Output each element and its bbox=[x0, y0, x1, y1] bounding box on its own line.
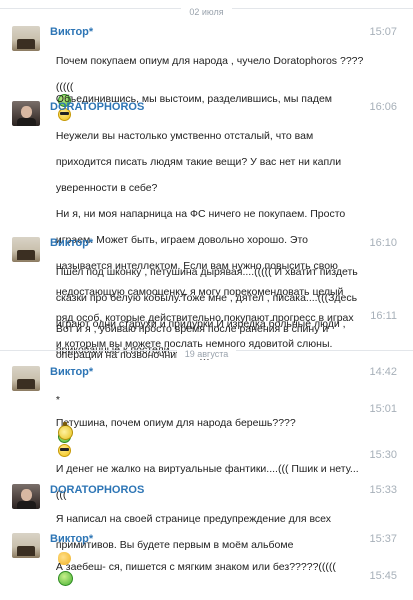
avatar[interactable] bbox=[12, 237, 40, 262]
message-time: 14:42 bbox=[369, 366, 397, 378]
sender-name[interactable]: Виктор* bbox=[50, 533, 93, 545]
message-line: сказки про белую кобылу.Тоже мне , дятел… bbox=[55, 292, 358, 304]
avatar[interactable] bbox=[12, 533, 40, 558]
message-line: И денег не жалко на виртуальные фантики.… bbox=[55, 463, 359, 475]
message-time: 16:06 bbox=[369, 101, 397, 113]
message-line: Вот и я , убиваю просто время после ране… bbox=[55, 323, 329, 335]
message-line: А заебеш- ся, пишется с мягким знаком ил… bbox=[55, 561, 336, 573]
message-line: играем. Может быть, играем довольно хоро… bbox=[55, 234, 308, 246]
message-time: 15:01 bbox=[369, 403, 397, 415]
message-line: приходится писать людям такие вещи? У ва… bbox=[55, 156, 342, 168]
message-line: Петушина, почем опиум для народа берешь?… bbox=[55, 417, 296, 429]
sender-name[interactable]: DORATOPHOROS bbox=[50, 484, 144, 496]
message-line: уверенности в себе? bbox=[55, 182, 158, 194]
message-line: Почем покупаем опиум для народа , чучело… bbox=[55, 55, 364, 67]
date-separator: 19 августа bbox=[0, 344, 413, 359]
avatar[interactable] bbox=[12, 26, 40, 51]
message-line: Я написал на своей странице предупрежден… bbox=[55, 513, 332, 525]
message-time: 16:10 bbox=[369, 237, 397, 249]
sender-name[interactable]: Виктор* bbox=[50, 237, 93, 249]
date-label: 19 августа bbox=[176, 349, 237, 359]
sender-name[interactable]: DORATOPHOROS bbox=[50, 101, 144, 113]
avatar[interactable] bbox=[12, 101, 40, 126]
message-time: 15:33 bbox=[369, 484, 397, 496]
message-line: Ни я, ни моя напарница на ФС ничего не п… bbox=[55, 208, 346, 220]
message-time: 16:11 bbox=[370, 310, 397, 322]
message-line: Неужели вы настолько умственно отсталый,… bbox=[55, 130, 314, 142]
date-separator: 02 июля bbox=[0, 2, 413, 17]
sender-name[interactable]: Виктор* bbox=[50, 26, 93, 38]
sender-name[interactable]: Виктор* bbox=[50, 366, 93, 378]
hat-smiley-icon bbox=[58, 422, 73, 440]
message-time: 15:07 bbox=[369, 26, 397, 38]
message-time: 15:45 bbox=[369, 570, 397, 582]
avatar[interactable] bbox=[12, 366, 40, 391]
message-line: Пшел под шконку , петушина дырявая....((… bbox=[55, 266, 358, 278]
message-time: 15:37 bbox=[369, 533, 397, 545]
message-time: 15:30 bbox=[369, 449, 397, 461]
green-smiley-icon bbox=[58, 571, 73, 586]
message-text: А заебеш- ся, пишется с мягким знаком ил… bbox=[50, 548, 350, 574]
avatar[interactable] bbox=[12, 484, 40, 509]
date-label: 02 июля bbox=[181, 7, 232, 17]
